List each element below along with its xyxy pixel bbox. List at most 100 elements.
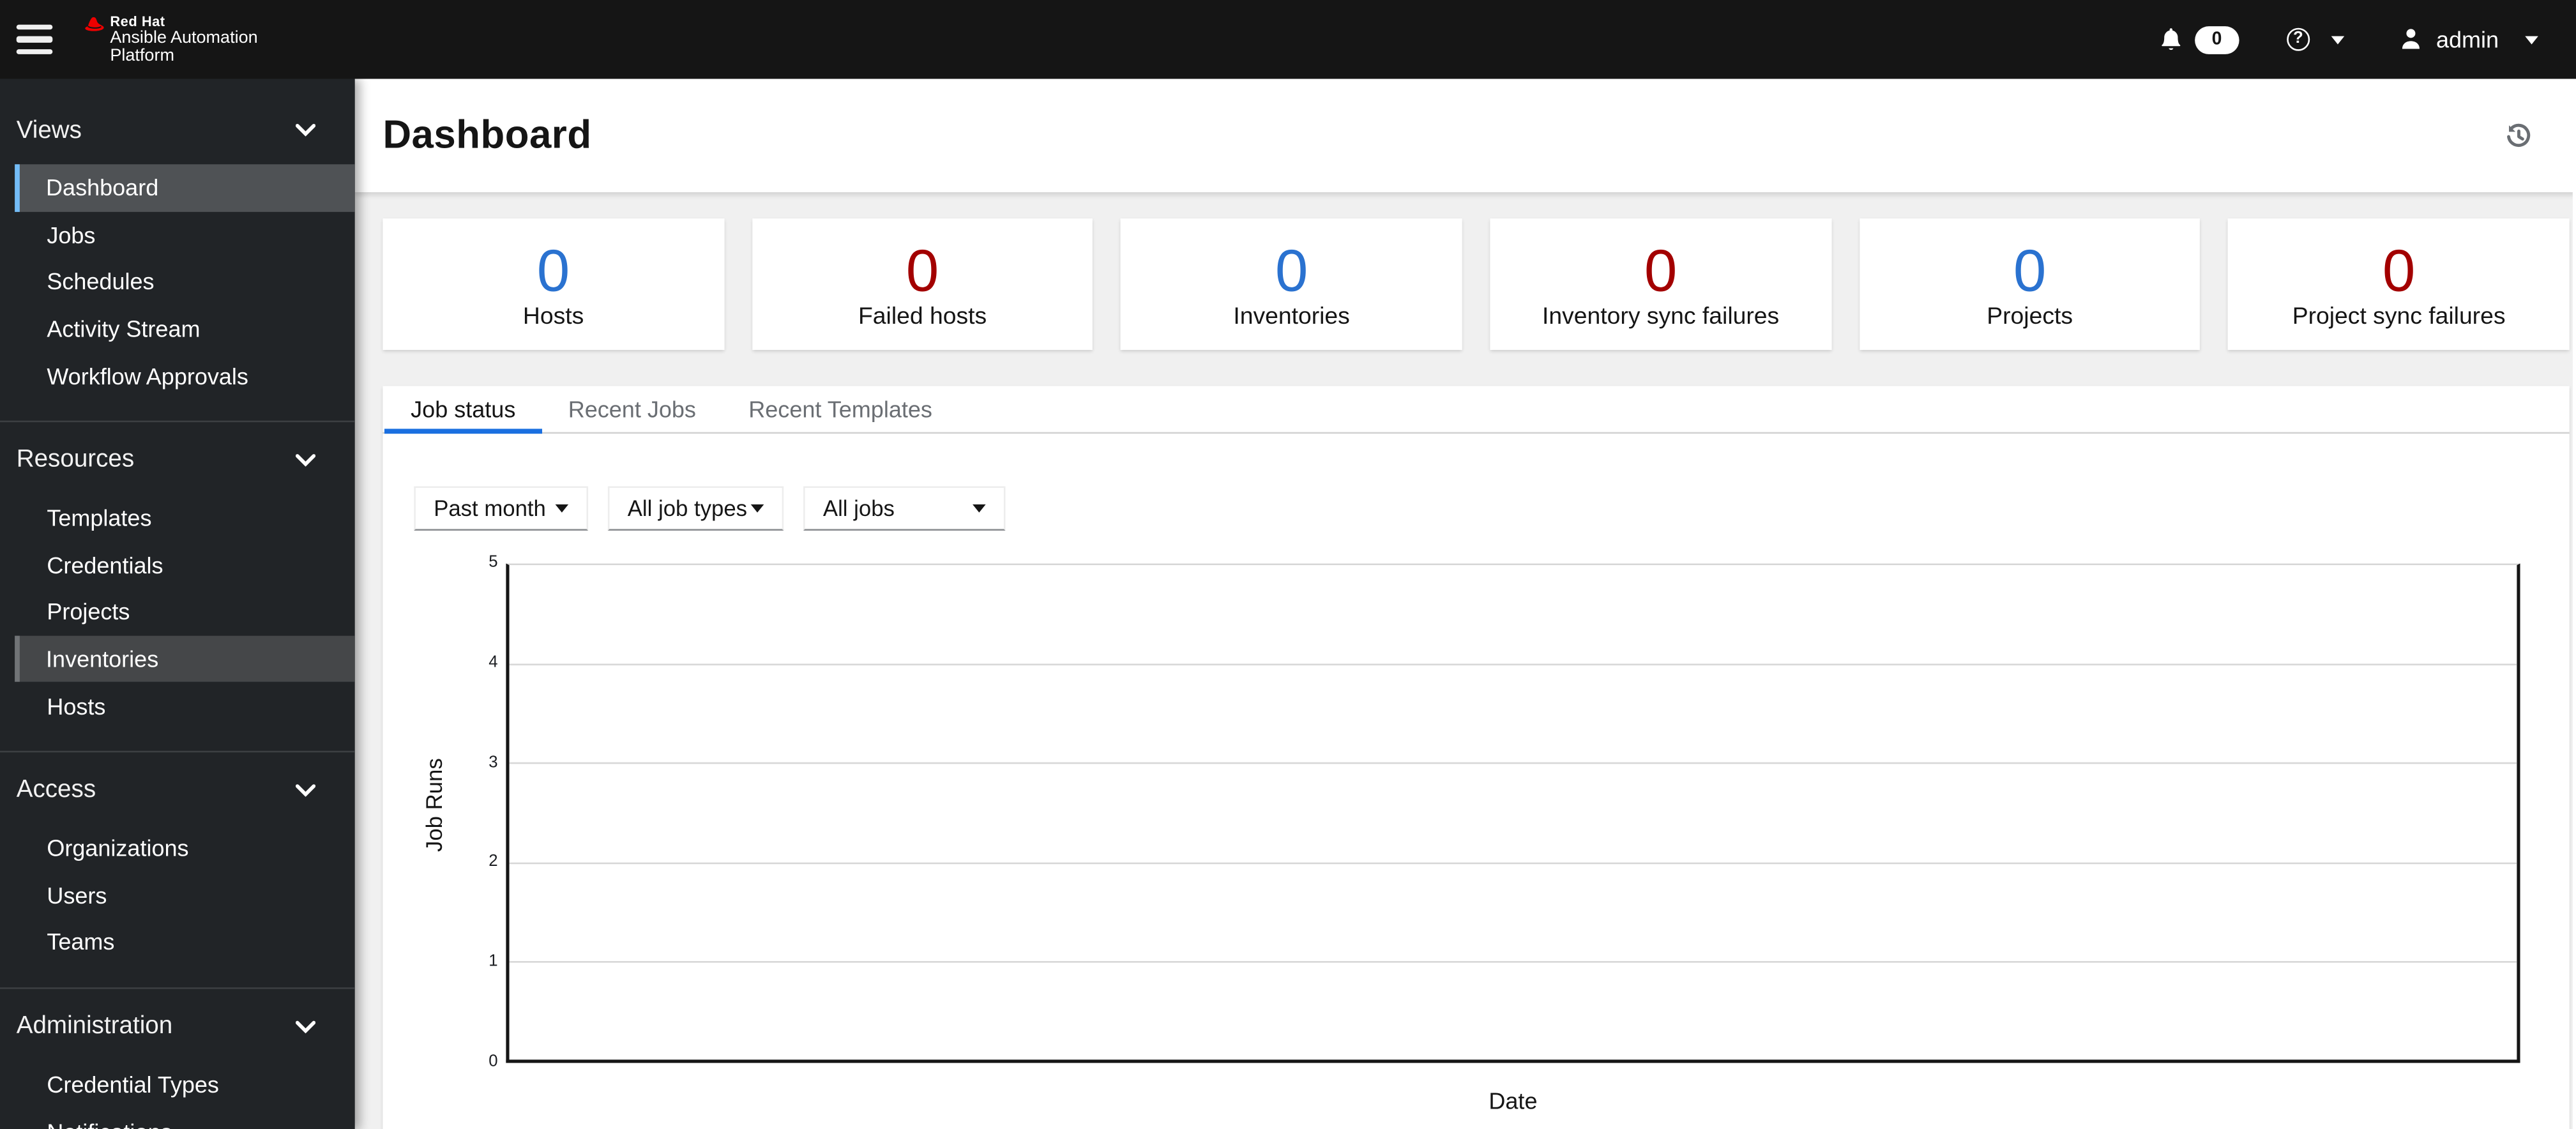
period-select[interactable]: Past month [414,486,589,531]
caret-down-icon [973,504,986,513]
sidebar-item-schedules[interactable]: Schedules [15,258,355,305]
job-status-panel: Job status Recent Jobs Recent Templates … [383,386,2570,1129]
caret-down-icon [555,504,569,513]
dashboard-content: 0 Hosts 0 Failed hosts 0 Inventories 0 I… [354,192,2576,1129]
nav-section-header-resources[interactable]: Resources [0,439,355,481]
sidebar-item-dashboard[interactable]: Dashboard [15,164,355,211]
nav-item-label: Activity Stream [47,315,201,342]
sidebar-item-activity-stream[interactable]: Activity Stream [15,305,355,352]
jobs-select[interactable]: All jobs [803,486,1006,531]
period-select-value: Past month [434,496,546,521]
sidebar-item-organizations[interactable]: Organizations [15,824,355,872]
brand-line-1: Red Hat [110,13,165,30]
nav-item-label: Workflow Approvals [47,362,248,389]
scrollbar-track[interactable] [2572,79,2576,1129]
brand-line-2: Ansible Automation [110,27,258,48]
nav-item-label: Templates [47,504,152,531]
stat-card-inventories: 0 Inventories [1121,218,1462,350]
nav-item-label: Jobs [47,222,96,248]
nav-section-title: Access [16,776,96,805]
nav-item-label: Schedules [47,268,155,295]
sidebar-item-notifications[interactable]: Notifications [15,1108,355,1129]
y-tick-label: 0 [489,1053,498,1072]
history-icon[interactable] [2505,123,2531,149]
sidebar-item-inventories[interactable]: Inventories [15,635,355,683]
sidebar-item-jobs[interactable]: Jobs [15,211,355,259]
gridline [509,762,2517,765]
page-header: Dashboard [354,79,2576,193]
y-tick-label: 4 [489,653,498,672]
nav-item-label: Credentials [47,552,163,579]
tab-job-status[interactable]: Job status [384,386,542,434]
nav-section-title: Views [16,116,82,144]
sidebar-item-templates[interactable]: Templates [15,494,355,542]
y-tick-label: 5 [489,553,498,572]
stat-label: Inventory sync failures [1542,303,1780,330]
nav-item-label: Teams [47,928,115,955]
sidebar-item-hosts[interactable]: Hosts [15,683,355,730]
x-axis-label: Date [1489,1087,1538,1114]
sidebar-item-teams[interactable]: Teams [15,918,355,966]
stat-label: Projects [1987,303,2073,330]
nav-item-label: Dashboard [46,174,159,201]
nav-item-label: Organizations [47,835,189,861]
nav-section-header-views[interactable]: Views [0,109,355,151]
sidebar-nav: Views Dashboard Jobs Schedules Activity … [0,79,355,1129]
chevron-down-icon [296,123,315,137]
main-area: Dashboard 0 Hosts 0 Failed hosts 0 Inven… [354,79,2576,1129]
nav-item-label: Projects [47,598,130,625]
jobs-select-value: All jobs [822,496,895,521]
job-runs-chart-plot-area [506,563,2520,1063]
sidebar-item-credentials[interactable]: Credentials [15,542,355,589]
sidebar-item-users[interactable]: Users [15,872,355,919]
chevron-down-icon [2525,35,2538,44]
stat-cards-row: 0 Hosts 0 Failed hosts 0 Inventories 0 I… [383,218,2570,350]
gridline [509,663,2517,666]
sidebar-item-projects[interactable]: Projects [15,588,355,635]
notification-count-badge[interactable]: 0 [2194,25,2239,54]
stat-card-hosts: 0 Hosts [383,218,724,350]
stat-value-link[interactable]: 0 [1275,238,1308,301]
sidebar-item-workflow-approvals[interactable]: Workflow Approvals [15,352,355,400]
stat-value-link[interactable]: 0 [2383,238,2416,301]
nav-section-title: Administration [16,1012,173,1041]
nav-item-label: Inventories [46,646,159,672]
stat-value-link[interactable]: 0 [1644,238,1678,301]
stat-value-link[interactable]: 0 [537,238,570,301]
brand-text: Red Hat Ansible Automation Platform [110,13,257,66]
nav-section-header-access[interactable]: Access [0,769,355,812]
y-axis-label: Job Runs [422,758,447,852]
masthead: Red Hat Ansible Automation Platform 0 ? [0,0,2576,79]
stat-value-link[interactable]: 0 [906,238,939,301]
username-label: admin [2436,26,2499,53]
user-menu-button[interactable]: admin [2398,26,2538,52]
chart-filters: Past month All job types All jobs [414,486,2569,531]
tab-recent-jobs[interactable]: Recent Jobs [542,386,723,432]
tab-recent-templates[interactable]: Recent Templates [722,386,958,432]
caret-down-icon [750,504,764,513]
brand-line-3: Platform [110,46,174,66]
tab-bar: Job status Recent Jobs Recent Templates [383,386,2570,434]
y-tick-label: 1 [489,953,498,971]
notifications-button[interactable]: 0 [2158,25,2239,54]
job-type-select-value: All job types [627,496,748,521]
nav-section-views: Views Dashboard Jobs Schedules Activity … [0,79,355,420]
brand-logo: Red Hat Ansible Automation Platform [84,13,258,66]
nav-item-label: Users [47,882,107,909]
stat-card-project-sync-failures: 0 Project sync failures [2228,218,2570,350]
page-title: Dashboard [383,112,592,157]
chevron-down-icon [2331,35,2344,44]
nav-section-resources: Resources Templates Credentials Projects… [0,420,355,751]
nav-toggle-button[interactable] [16,18,56,61]
nav-section-title: Resources [16,446,135,474]
gridline [509,960,2517,963]
help-menu-button[interactable]: ? [2286,27,2344,51]
stat-label: Project sync failures [2292,303,2506,330]
job-type-select[interactable]: All job types [607,486,784,531]
stat-label: Failed hosts [858,303,987,330]
sidebar-item-credential-types[interactable]: Credential Types [15,1061,355,1108]
stat-label: Inventories [1233,303,1350,330]
nav-section-header-administration[interactable]: Administration [0,1005,355,1048]
stat-value-link[interactable]: 0 [2013,238,2047,301]
masthead-toolbar: 0 ? admin [2158,25,2576,54]
